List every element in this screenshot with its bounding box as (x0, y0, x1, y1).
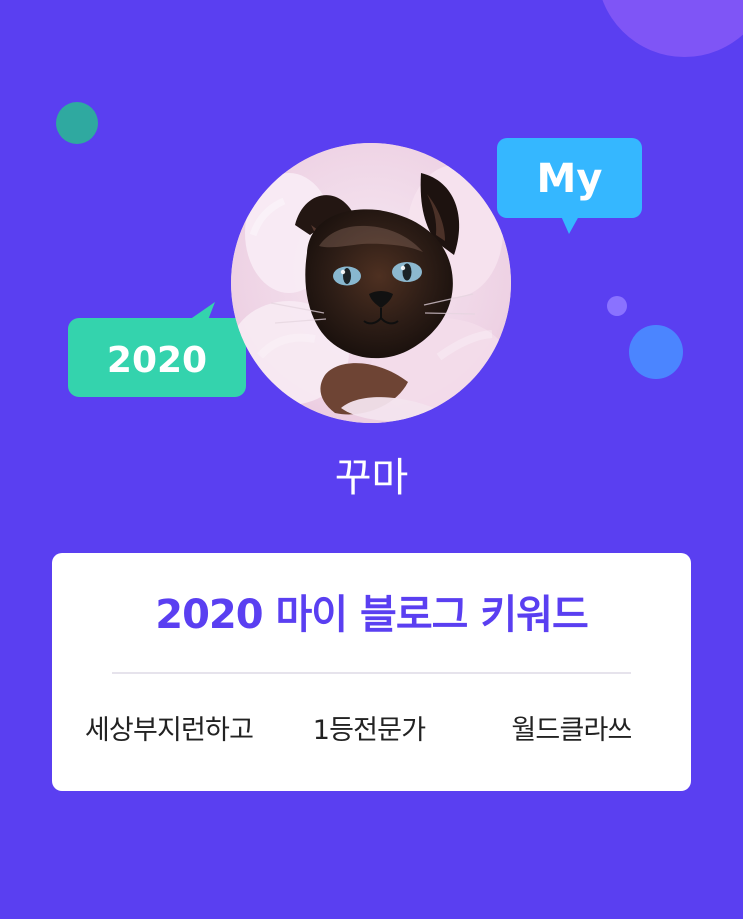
keyword-item: 1등전문가 (312, 715, 426, 746)
year-speech-bubble-icon: 2020 (68, 302, 246, 397)
my-speech-bubble-icon: My (497, 138, 642, 234)
cat-photo-icon (231, 143, 511, 423)
nickname-label: 꾸마 (334, 455, 409, 501)
blue-dot-icon (629, 325, 683, 379)
share-card: My 2020 꾸마 2020 마이 블로그 키워드 세상부지런하고 1등전문가… (0, 0, 743, 919)
year-tag-label: 2020 (107, 340, 207, 381)
divider (112, 672, 631, 674)
keyword-item: 세상부지런하고 (84, 715, 254, 746)
keyword-item: 월드클라쓰 (511, 715, 632, 746)
decorative-circle-icon (597, 0, 743, 57)
lavender-dot-icon (607, 296, 627, 316)
keyword-card: 2020 마이 블로그 키워드 세상부지런하고 1등전문가 월드클라쓰 (52, 553, 691, 791)
keyword-list: 세상부지런하고 1등전문가 월드클라쓰 (52, 711, 691, 751)
teal-dot-icon (56, 102, 98, 144)
my-tag-label: My (537, 156, 603, 202)
profile-avatar[interactable] (231, 143, 511, 423)
card-title: 2020 마이 블로그 키워드 (155, 592, 589, 638)
